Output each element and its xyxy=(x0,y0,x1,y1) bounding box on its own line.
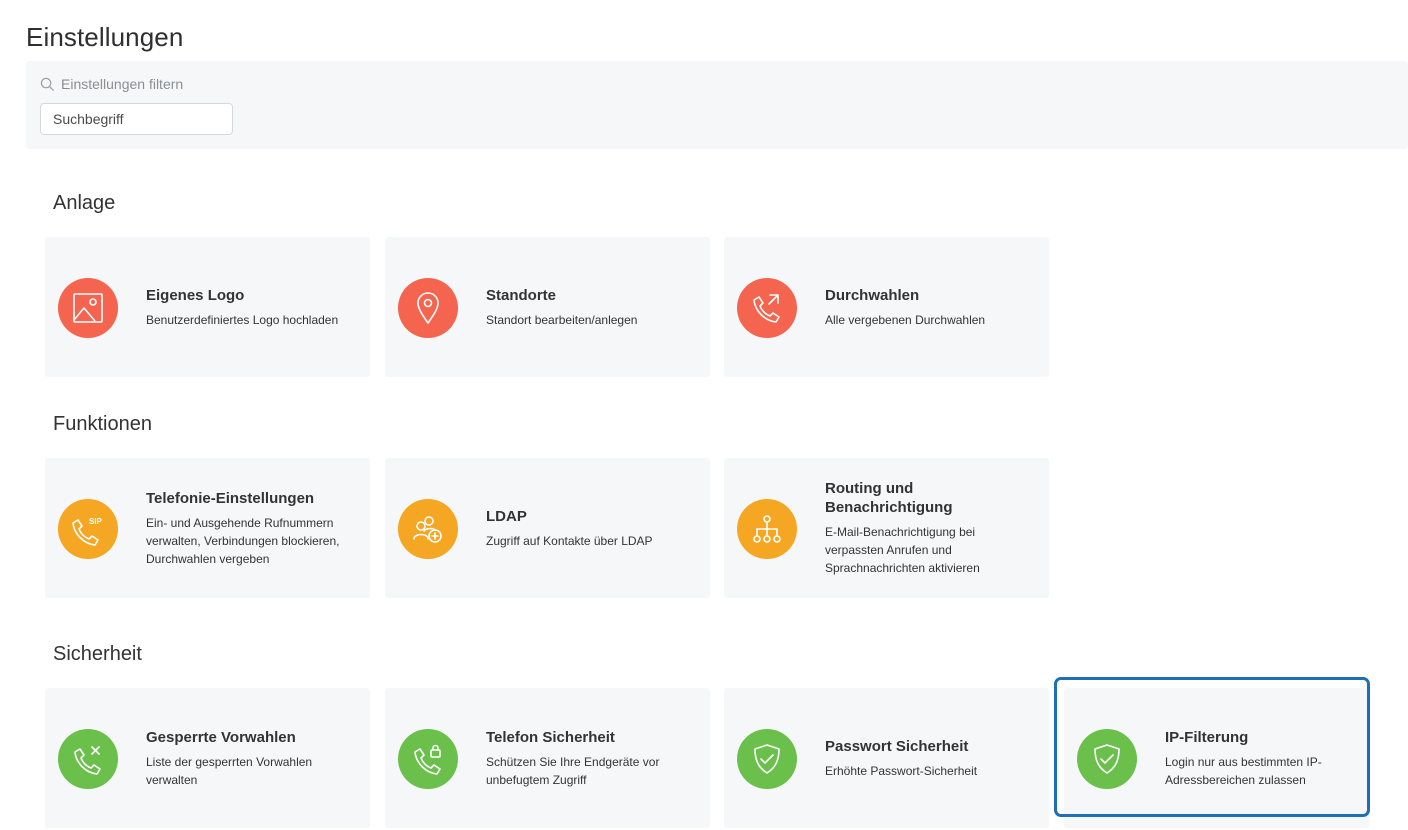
settings-page: Einstellungen Einstellungen filtern Anla… xyxy=(0,0,1408,830)
phone-blocked-icon xyxy=(58,729,118,789)
card-title: Passwort Sicherheit xyxy=(825,737,969,755)
phone-lock-icon xyxy=(398,729,458,789)
card-title: LDAP xyxy=(486,507,527,525)
card-ldap[interactable]: LDAP Zugriff auf Kontakte über LDAP xyxy=(385,458,710,598)
card-description: Schützen Sie Ihre Endgeräte vor unbefugt… xyxy=(486,754,660,787)
svg-text:SIP: SIP xyxy=(89,517,103,526)
card-description: E-Mail-Benachrichtigung bei verpassten A… xyxy=(825,525,980,575)
card-description: Zugriff auf Kontakte über LDAP xyxy=(486,533,653,548)
card-eigenes-logo[interactable]: Eigenes Logo Benutzerdefiniertes Logo ho… xyxy=(45,237,370,377)
card-routing-benachrichtigung[interactable]: Routing und Benachrichtigung E-Mail-Bena… xyxy=(724,458,1049,598)
card-standorte[interactable]: Standorte Standort bearbeiten/anlegen xyxy=(385,237,710,377)
contacts-add-icon xyxy=(398,499,458,559)
card-description: Login nur aus bestimmten IP-Adressbereic… xyxy=(1165,754,1322,787)
search-input[interactable] xyxy=(40,103,233,135)
card-title: Durchwahlen xyxy=(825,286,920,304)
card-description: Standort bearbeiten/anlegen xyxy=(486,312,638,327)
card-telefon-sicherheit[interactable]: Telefon Sicherheit Schützen Sie Ihre End… xyxy=(385,688,710,828)
card-description: Alle vergebenen Durchwahlen xyxy=(825,312,986,327)
section-title-funktionen: Funktionen xyxy=(53,413,152,435)
card-title: Gesperrte Vorwahlen xyxy=(146,728,296,746)
phone-forward-icon xyxy=(737,278,797,338)
card-gesperrte-vorwahlen[interactable]: Gesperrte Vorwahlen Liste der gesperrten… xyxy=(45,688,370,828)
image-icon xyxy=(58,278,118,338)
page-title: Einstellungen xyxy=(26,22,184,52)
location-pin-icon xyxy=(398,278,458,338)
filter-label: Einstellungen filtern xyxy=(40,76,183,92)
section-title-sicherheit: Sicherheit xyxy=(53,643,142,665)
card-description: Erhöhte Passwort-Sicherheit xyxy=(825,763,978,778)
routing-tree-icon xyxy=(737,499,797,559)
card-title: Standorte xyxy=(486,286,557,304)
card-description: Benutzerdefiniertes Logo hochladen xyxy=(146,312,339,327)
card-description: Liste der gesperrten Vorwahlen verwalten xyxy=(146,754,313,787)
card-title: IP-Filterung xyxy=(1165,728,1249,746)
filter-label-text: Einstellungen filtern xyxy=(61,76,184,92)
card-title: Telefonie-Einstellungen xyxy=(146,489,315,507)
sip-phone-icon: SIP xyxy=(58,499,118,559)
card-title: Eigenes Logo xyxy=(146,286,245,304)
card-telefonie-einstellungen[interactable]: SIP Telefonie-Einstellungen Ein- und Aus… xyxy=(45,458,370,598)
section-title-anlage: Anlage xyxy=(53,192,116,214)
card-durchwahlen[interactable]: Durchwahlen Alle vergebenen Durchwahlen xyxy=(724,237,1049,377)
card-title: Routing und Benachrichtigung xyxy=(825,480,953,516)
card-ip-filterung[interactable]: IP-Filterung Login nur aus bestimmten IP… xyxy=(1064,688,1369,828)
filter-panel: Einstellungen filtern xyxy=(26,61,1408,149)
card-title: Telefon Sicherheit xyxy=(486,728,615,746)
card-passwort-sicherheit[interactable]: Passwort Sicherheit Erhöhte Passwort-Sic… xyxy=(724,688,1049,828)
shield-check-icon xyxy=(737,729,797,789)
shield-check-icon xyxy=(1077,729,1137,789)
card-description: Ein- und Ausgehende Rufnummern verwalten… xyxy=(146,515,340,566)
search-icon xyxy=(40,77,55,92)
